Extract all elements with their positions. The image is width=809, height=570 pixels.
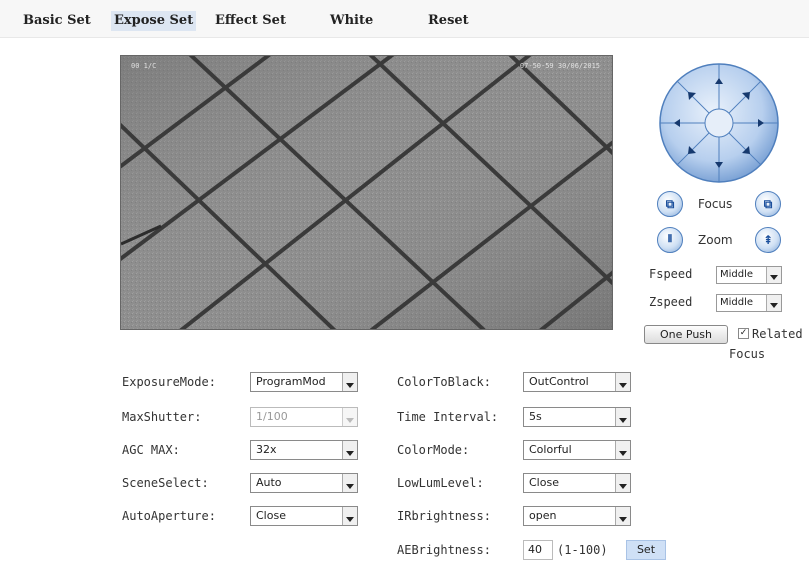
low-lum-level-value: Close [529,476,559,489]
ir-brightness-value: open [529,509,557,522]
low-lum-level-select[interactable]: Close [523,473,631,493]
agc-max-label: AGC MAX: [122,443,180,457]
chevron-down-icon [342,441,357,459]
osd-timestamp: 07-50-59 30/06/2015 [519,62,600,70]
exposure-mode-select[interactable]: ProgramMod [250,372,358,392]
zspeed-select[interactable]: Middle [716,294,782,312]
video-frame [121,56,612,329]
fspeed-value: Middle [720,269,754,280]
scene-select-select[interactable]: Auto [250,473,358,493]
tab-bar: Basic Set Expose Set Effect Set White Re… [0,0,809,38]
ae-brightness-input[interactable]: 40 [523,540,553,560]
tab-basic-set[interactable]: Basic Set [20,11,94,31]
zoom-in-icon: ⇞ [762,233,774,247]
time-interval-label: Time Interval: [397,410,499,424]
chevron-down-icon [615,507,630,525]
ir-brightness-label: IRbrightness: [397,509,491,523]
focus-far-icon: ⧉ [763,197,773,211]
chevron-down-icon [615,408,630,426]
max-shutter-label: MaxShutter: [122,410,202,424]
agc-max-select[interactable]: 32x [250,440,358,460]
ae-brightness-range: (1-100) [557,543,608,557]
chevron-down-icon [766,267,781,283]
chevron-down-icon [615,474,630,492]
auto-aperture-select[interactable]: Close [250,506,358,526]
chevron-down-icon [342,474,357,492]
scene-select-value: Auto [256,476,282,489]
chevron-down-icon [342,373,357,391]
zspeed-value: Middle [720,297,754,308]
exposure-mode-value: ProgramMod [256,375,326,388]
chevron-down-icon [342,408,357,426]
tab-expose-set[interactable]: Expose Set [111,11,197,31]
fspeed-select[interactable]: Middle [716,266,782,284]
zoom-out-button[interactable]: ⦀ [657,227,683,253]
auto-aperture-label: AutoAperture: [122,509,216,523]
osd-channel: 00 1/C [131,62,157,70]
agc-max-value: 32x [256,443,277,456]
ir-brightness-select[interactable]: open [523,506,631,526]
zspeed-label: Zspeed [649,295,693,309]
ae-brightness-set-button[interactable]: Set [626,540,666,560]
chevron-down-icon [766,295,781,311]
focus-label: Focus [698,197,733,211]
chevron-down-icon [342,507,357,525]
chevron-down-icon [615,441,630,459]
color-mode-label: ColorMode: [397,443,470,457]
zoom-label: Zoom [698,233,733,247]
max-shutter-value: 1/100 [256,410,288,423]
related-checkbox[interactable]: ✓ [738,328,749,339]
color-mode-value: Colorful [529,443,572,456]
tab-white[interactable]: White [327,11,376,31]
ptz-direction-pad [658,62,780,184]
low-lum-level-label: LowLumLevel: [397,476,484,490]
video-preview[interactable]: 00 1/C 07-50-59 30/06/2015 [120,55,613,330]
focus-far-button[interactable]: ⧉ [755,191,781,217]
chevron-down-icon [615,373,630,391]
focus-near-icon: ⧉ [665,197,675,211]
max-shutter-select: 1/100 [250,407,358,427]
time-interval-value: 5s [529,410,542,423]
color-mode-select[interactable]: Colorful [523,440,631,460]
exposure-mode-label: ExposureMode: [122,375,216,389]
fspeed-label: Fspeed [649,267,693,281]
zoom-in-button[interactable]: ⇞ [755,227,781,253]
focus-near-button[interactable]: ⧉ [657,191,683,217]
auto-aperture-value: Close [256,509,286,522]
one-push-button[interactable]: One Push [644,325,728,344]
scene-select-label: SceneSelect: [122,476,209,490]
zoom-out-icon: ⦀ [667,234,673,245]
ae-brightness-label: AEBrightness: [397,543,491,557]
color-to-black-select[interactable]: OutControl [523,372,631,392]
color-to-black-label: ColorToBlack: [397,375,491,389]
time-interval-select[interactable]: 5s [523,407,631,427]
focus-caption: Focus [729,347,766,361]
tab-reset[interactable]: Reset [425,11,472,31]
ptz-home-button[interactable] [704,108,734,138]
related-label: Related [752,327,803,341]
color-to-black-value: OutControl [529,375,589,388]
tab-effect-set[interactable]: Effect Set [212,11,289,31]
